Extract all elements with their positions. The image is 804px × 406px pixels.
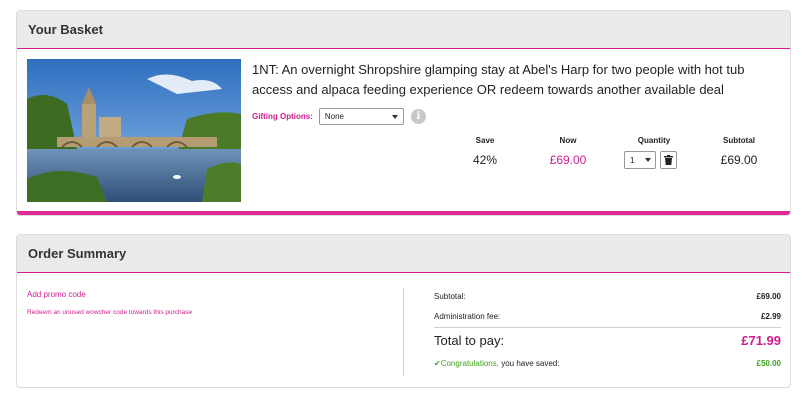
redeem-wowcher-code-link[interactable]: Redeem an unused wowcher code towards th… (27, 309, 192, 316)
savings-row: ✔Congratulations, you have saved: £50.00 (434, 359, 781, 368)
order-summary-header: Order Summary (17, 235, 790, 273)
chevron-down-icon (391, 115, 398, 119)
total-row: Total to pay: £71.99 (434, 333, 781, 348)
checkmark-icon: ✔ (434, 359, 441, 368)
now-price: £69.00 (549, 153, 587, 167)
gifting-options-label: Gifting Options: (252, 112, 313, 121)
item-subtotal: £69.00 (720, 153, 758, 167)
subtotal-row: Subtotal: £69.00 (434, 292, 781, 301)
save-percent: 42% (472, 153, 498, 167)
save-column-header: Save (475, 136, 495, 145)
subtotal-column-header: Subtotal (723, 136, 755, 145)
trash-icon (664, 155, 673, 165)
savings-message: ✔Congratulations, you have saved: (434, 359, 559, 368)
info-icon[interactable]: i (410, 109, 426, 124)
congratulations-text: Congratulations, (440, 359, 499, 368)
saved-value: £50.00 (756, 359, 781, 368)
now-column-header: Now (559, 136, 577, 145)
remove-item-button[interactable] (660, 151, 677, 169)
total-value: £71.99 (741, 333, 781, 348)
quantity-column-header: Quantity (637, 136, 671, 145)
total-label: Total to pay: (434, 333, 505, 348)
quantity-select[interactable]: 1 (624, 151, 656, 169)
quantity-value: 1 (630, 155, 635, 165)
savings-text: you have saved: (498, 359, 560, 368)
add-promo-code-link[interactable]: Add promo code (27, 290, 86, 299)
admin-fee-value: £2.99 (760, 312, 781, 321)
order-summary-panel: Order Summary Add promo code Redeem an u… (16, 234, 791, 388)
quantity-controls: 1 (624, 151, 677, 169)
deal-title[interactable]: 1NT: An overnight Shropshire glamping st… (252, 60, 782, 100)
summary-divider (403, 288, 404, 376)
basket-accent-bar (17, 211, 790, 215)
deal-image[interactable] (27, 59, 241, 202)
admin-fee-label: Administration fee: (434, 312, 501, 321)
total-divider (434, 327, 781, 328)
basket-panel: Your Basket 1NT: An overnight Shropshire… (16, 10, 791, 216)
gifting-options-row: Gifting Options: None i (252, 108, 426, 125)
basket-header: Your Basket (17, 11, 790, 49)
gifting-options-value: None (324, 112, 344, 121)
chevron-down-icon (645, 158, 651, 162)
gifting-options-select[interactable]: None (318, 108, 404, 125)
admin-fee-row: Administration fee: £2.99 (434, 312, 781, 321)
subtotal-label: Subtotal: (434, 292, 466, 301)
subtotal-value: £69.00 (756, 292, 781, 301)
